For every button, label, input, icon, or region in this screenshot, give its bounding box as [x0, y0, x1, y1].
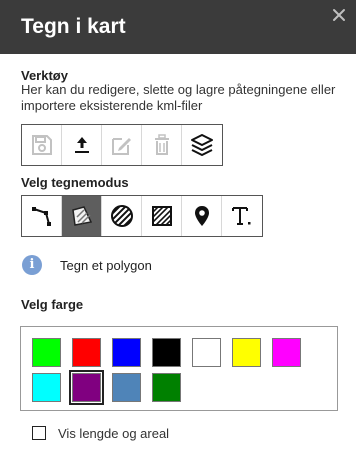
color-swatch-red[interactable]: [72, 338, 101, 367]
mode-polygon-button[interactable]: [62, 196, 102, 236]
tools-description: Her kan du redigere, slette og lagre påt…: [21, 82, 336, 113]
color-swatch-steelblue[interactable]: [112, 373, 141, 402]
text-icon: [232, 207, 251, 225]
color-palette: [20, 326, 338, 411]
draw-mode-toolbar: [21, 195, 263, 237]
color-swatch-magenta[interactable]: [272, 338, 301, 367]
polygon-icon: [71, 206, 92, 226]
panel-title: Tegn i kart: [21, 15, 126, 38]
save-icon: [31, 135, 52, 155]
color-swatch-green[interactable]: [32, 338, 61, 367]
trash-icon: [154, 134, 169, 155]
save-button[interactable]: [22, 125, 62, 165]
edit-button[interactable]: [102, 125, 142, 165]
colors-title: Velg farge: [21, 297, 84, 312]
color-swatch-black[interactable]: [152, 338, 181, 367]
mode-info-text: Tegn et polygon: [60, 258, 152, 273]
circle-icon: [110, 205, 133, 227]
upload-button[interactable]: [62, 125, 102, 165]
panel-header: Tegn i kart: [0, 0, 356, 54]
mode-rectangle-button[interactable]: [142, 196, 182, 236]
color-swatch-darkgreen[interactable]: [152, 373, 181, 402]
delete-button[interactable]: [142, 125, 182, 165]
modes-title: Velg tegnemodus: [21, 175, 129, 190]
upload-icon: [74, 137, 89, 153]
mode-line-button[interactable]: [22, 196, 62, 236]
color-swatch-yellow[interactable]: [232, 338, 261, 367]
color-swatch-blue[interactable]: [112, 338, 141, 367]
tools-toolbar: [21, 124, 223, 166]
mode-point-button[interactable]: [182, 196, 222, 236]
info-icon: i: [22, 255, 42, 275]
measure-label: Vis lengde og areal: [58, 426, 170, 441]
measure-checkbox[interactable]: [32, 426, 46, 440]
close-icon[interactable]: [331, 7, 347, 23]
rectangle-icon: [151, 206, 172, 226]
draw-panel: Tegn i kart Verktøy Her kan du redigere,…: [0, 0, 356, 461]
color-swatch-white[interactable]: [192, 338, 221, 367]
line-icon: [31, 207, 51, 226]
layers-icon: [191, 134, 213, 156]
mode-text-button[interactable]: [222, 196, 262, 236]
point-marker-icon: [194, 206, 209, 226]
layers-button[interactable]: [182, 125, 222, 165]
color-swatch-cyan[interactable]: [32, 373, 61, 402]
color-swatch-purple[interactable]: [69, 370, 104, 405]
tools-title: Verktøy: [21, 68, 68, 83]
mode-circle-button[interactable]: [102, 196, 142, 236]
edit-icon: [111, 138, 131, 155]
